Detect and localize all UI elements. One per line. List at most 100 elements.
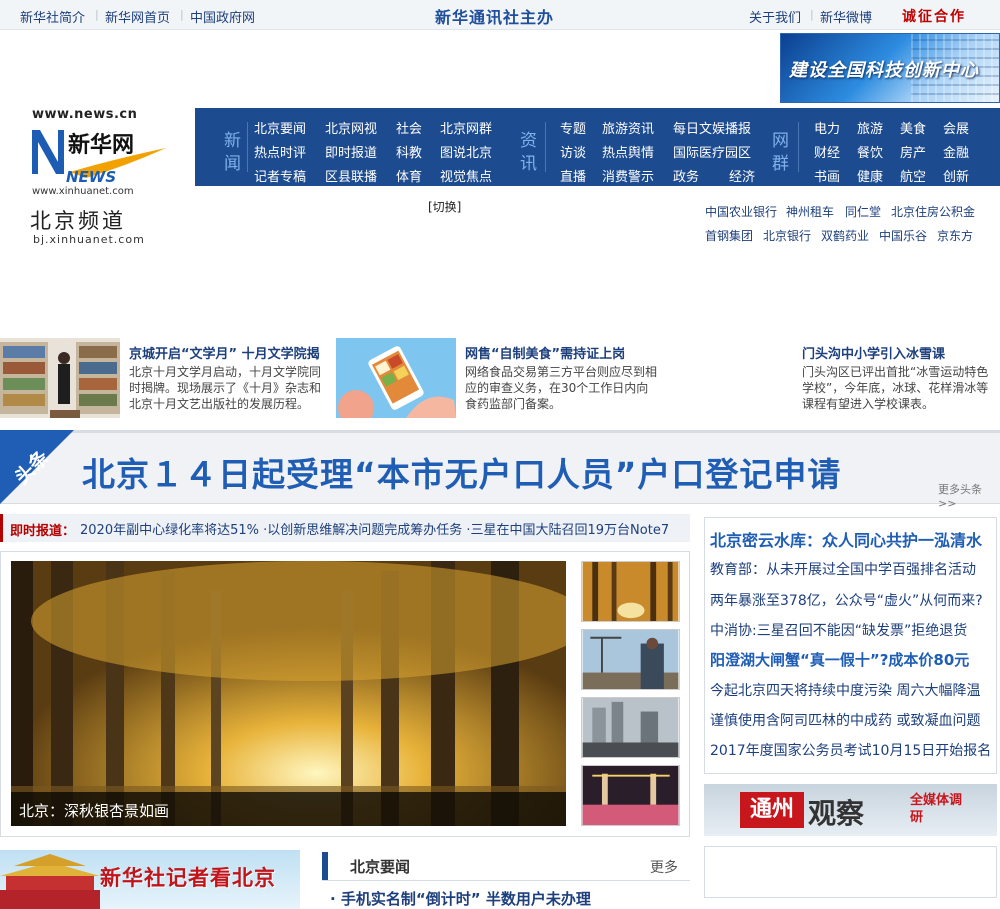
story-image-bookshelf[interactable] (0, 338, 120, 418)
partner-link[interactable]: 中国乐谷 (879, 227, 927, 244)
nav-divider (798, 122, 799, 172)
partner-link[interactable]: 双鹤药业 (821, 227, 869, 244)
nav-item[interactable]: 创新 (943, 166, 969, 185)
story-image-phone[interactable] (336, 338, 456, 418)
xinhua-home-link[interactable]: 新华网首页 (105, 7, 170, 26)
nav-item[interactable]: 财经 (814, 142, 840, 161)
nav-item[interactable]: 美食 (900, 118, 926, 137)
xinhua-logo[interactable]: 新华网 NEWS (30, 124, 170, 186)
ticker-items[interactable]: 2020年副中心绿化率将达51% ·以创新思维解决问题完成筹办任务 ·三星在中国… (80, 519, 680, 538)
nav-item[interactable]: 经济 (729, 166, 755, 185)
nav-item[interactable]: 国际医疗园区 (673, 142, 751, 161)
beijing-news-title: 北京要闻 (350, 858, 411, 876)
tiananmen-graphic (0, 854, 100, 909)
more-headlines-link[interactable]: 更多头条>> (938, 481, 1000, 510)
nav-item[interactable]: 健康 (857, 166, 883, 185)
partner-link[interactable]: 北京住房公积金 (891, 203, 975, 220)
xinhua-intro-link[interactable]: 新华社简介 (20, 7, 85, 26)
beijing-news-item[interactable]: · 手机实名制“倒计时” 半数用户未办理 (330, 888, 591, 909)
nav-item[interactable]: 北京网视 (325, 118, 377, 137)
story-desc: 网络食品交易第三方平台则应尽到相应的审查义务，在30个工作日内向食药监部门备案。 (465, 365, 658, 411)
tongzhou-label: 通州 (740, 792, 804, 828)
partner-link[interactable]: 北京银行 (763, 227, 811, 244)
nav-item[interactable]: 访谈 (560, 142, 586, 161)
nav-item[interactable]: 金融 (943, 142, 969, 161)
nav-item[interactable]: 直播 (560, 166, 586, 185)
right-news-link[interactable]: 中消协:三星召回不能因“缺发票”拒绝退货 (710, 620, 994, 640)
partner-link[interactable]: 京东方 (937, 227, 973, 244)
focus-thumb[interactable] (581, 629, 680, 690)
right-news-link[interactable]: 谨慎使用含阿司匹林的中成药 或致凝血问题 (710, 710, 994, 730)
tongzhou-observation-banner[interactable]: 通州 观察 全媒体调研 (704, 784, 997, 836)
partner-link[interactable]: 神州租车 (786, 203, 834, 220)
nav-item[interactable]: 专题 (560, 118, 586, 137)
logo-url-bottom: www.xinhuanet.com (32, 186, 134, 197)
nav-item[interactable]: 北京网群 (440, 118, 492, 137)
nav-item[interactable]: 社会 (396, 118, 422, 137)
nav-item[interactable]: 科教 (396, 142, 422, 161)
right-news-link[interactable]: 教育部：从未开展过全国中学百强排名活动 (710, 559, 994, 579)
nav-item[interactable]: 记者专稿 (254, 166, 306, 185)
gov-cn-link[interactable]: 中国政府网 (190, 7, 255, 26)
xinhua-weibo-link[interactable]: 新华微博 (820, 7, 872, 26)
switch-link[interactable]: [切换] (428, 198, 461, 215)
nav-item[interactable]: 旅游 (857, 118, 883, 137)
nav-item[interactable]: 图说北京 (440, 142, 492, 161)
ticker-label: 即时报道： (10, 524, 76, 539)
focus-thumb[interactable] (581, 561, 680, 622)
nav-divider (545, 122, 546, 172)
media-research-label: 全媒体调研 (910, 793, 963, 825)
logo-news: NEWS (66, 168, 116, 186)
right-news-link[interactable]: 今起北京四天将持续中度污染 周六大幅降温 (710, 680, 994, 700)
section-marker (322, 852, 328, 880)
focus-thumb[interactable] (581, 697, 680, 758)
focus-caption[interactable]: 北京：深秋银杏景如画 (11, 792, 566, 826)
observation-label: 观察 (808, 797, 865, 830)
right-news-title[interactable]: 北京密云水库：众人同心共护一泓清水 (710, 527, 982, 551)
separator: | (180, 8, 184, 21)
beijing-news-more-link[interactable]: 更多 (650, 857, 678, 877)
partner-link[interactable]: 中国农业银行 (705, 203, 777, 220)
nav-item[interactable]: 热点舆情 (602, 142, 654, 161)
nav-item[interactable]: 旅游资讯 (602, 118, 654, 137)
nav-item[interactable]: 房产 (900, 142, 926, 161)
nav-item[interactable]: 体育 (396, 166, 422, 185)
nav-item[interactable]: 视觉焦点 (440, 166, 492, 185)
nav-item[interactable]: 热点时评 (254, 142, 306, 161)
reporter-banner-text: 新华社记者看北京 (100, 866, 276, 890)
separator: | (95, 8, 99, 21)
story-title[interactable]: 门头沟中小学引入冰雪课 (802, 343, 945, 362)
nav-category-news: 新闻 (220, 131, 240, 177)
focus-main-image[interactable] (11, 561, 566, 826)
headline-tag: 头条 (0, 430, 74, 504)
innovation-banner[interactable]: 建设全国科技创新中心 (780, 33, 1000, 103)
partner-link[interactable]: 首钢集团 (705, 227, 753, 244)
host-label: 新华通讯社主办 (435, 8, 555, 27)
nav-item[interactable]: 航空 (900, 166, 926, 185)
nav-item[interactable]: 政务 (673, 166, 699, 185)
logo-brand: 新华网 (68, 132, 134, 158)
nav-item[interactable]: 餐饮 (857, 142, 883, 161)
story-title[interactable]: 网售“自制美食”需持证上岗 (465, 343, 625, 362)
nav-item[interactable]: 电力 (814, 118, 840, 137)
right-news-link[interactable]: 阳澄湖大闸蟹“真一假十”?成本价80元 (710, 649, 994, 670)
nav-item[interactable]: 每日文娱播报 (673, 118, 751, 137)
right-news-link[interactable]: 两年暴涨至378亿，公众号“虚火”从何而来? (710, 590, 994, 610)
channel-url: bj.xinhuanet.com (33, 233, 145, 246)
nav-item[interactable]: 消费警示 (602, 166, 654, 185)
nav-item[interactable]: 北京要闻 (254, 118, 306, 137)
nav-item[interactable]: 书画 (814, 166, 840, 185)
nav-item[interactable]: 会展 (943, 118, 969, 137)
partner-link[interactable]: 同仁堂 (845, 203, 881, 220)
about-us-link[interactable]: 关于我们 (749, 7, 801, 26)
cooperation-link[interactable]: 诚征合作 (902, 6, 966, 26)
headline-title[interactable]: 北京１４日起受理“本市无户口人员”户口登记申请 (82, 448, 841, 496)
nav-item[interactable]: 区县联播 (325, 166, 377, 185)
focus-thumb[interactable] (581, 765, 680, 826)
right-empty-box (704, 846, 997, 898)
nav-category-info: 资讯 (516, 131, 536, 177)
right-news-link[interactable]: 2017年度国家公务员考试10月15日开始报名 (710, 740, 994, 760)
nav-item[interactable]: 即时报道 (325, 142, 377, 161)
story-title[interactable]: 京城开启“文学月” 十月文学院揭 (129, 343, 320, 362)
separator: | (810, 8, 814, 21)
